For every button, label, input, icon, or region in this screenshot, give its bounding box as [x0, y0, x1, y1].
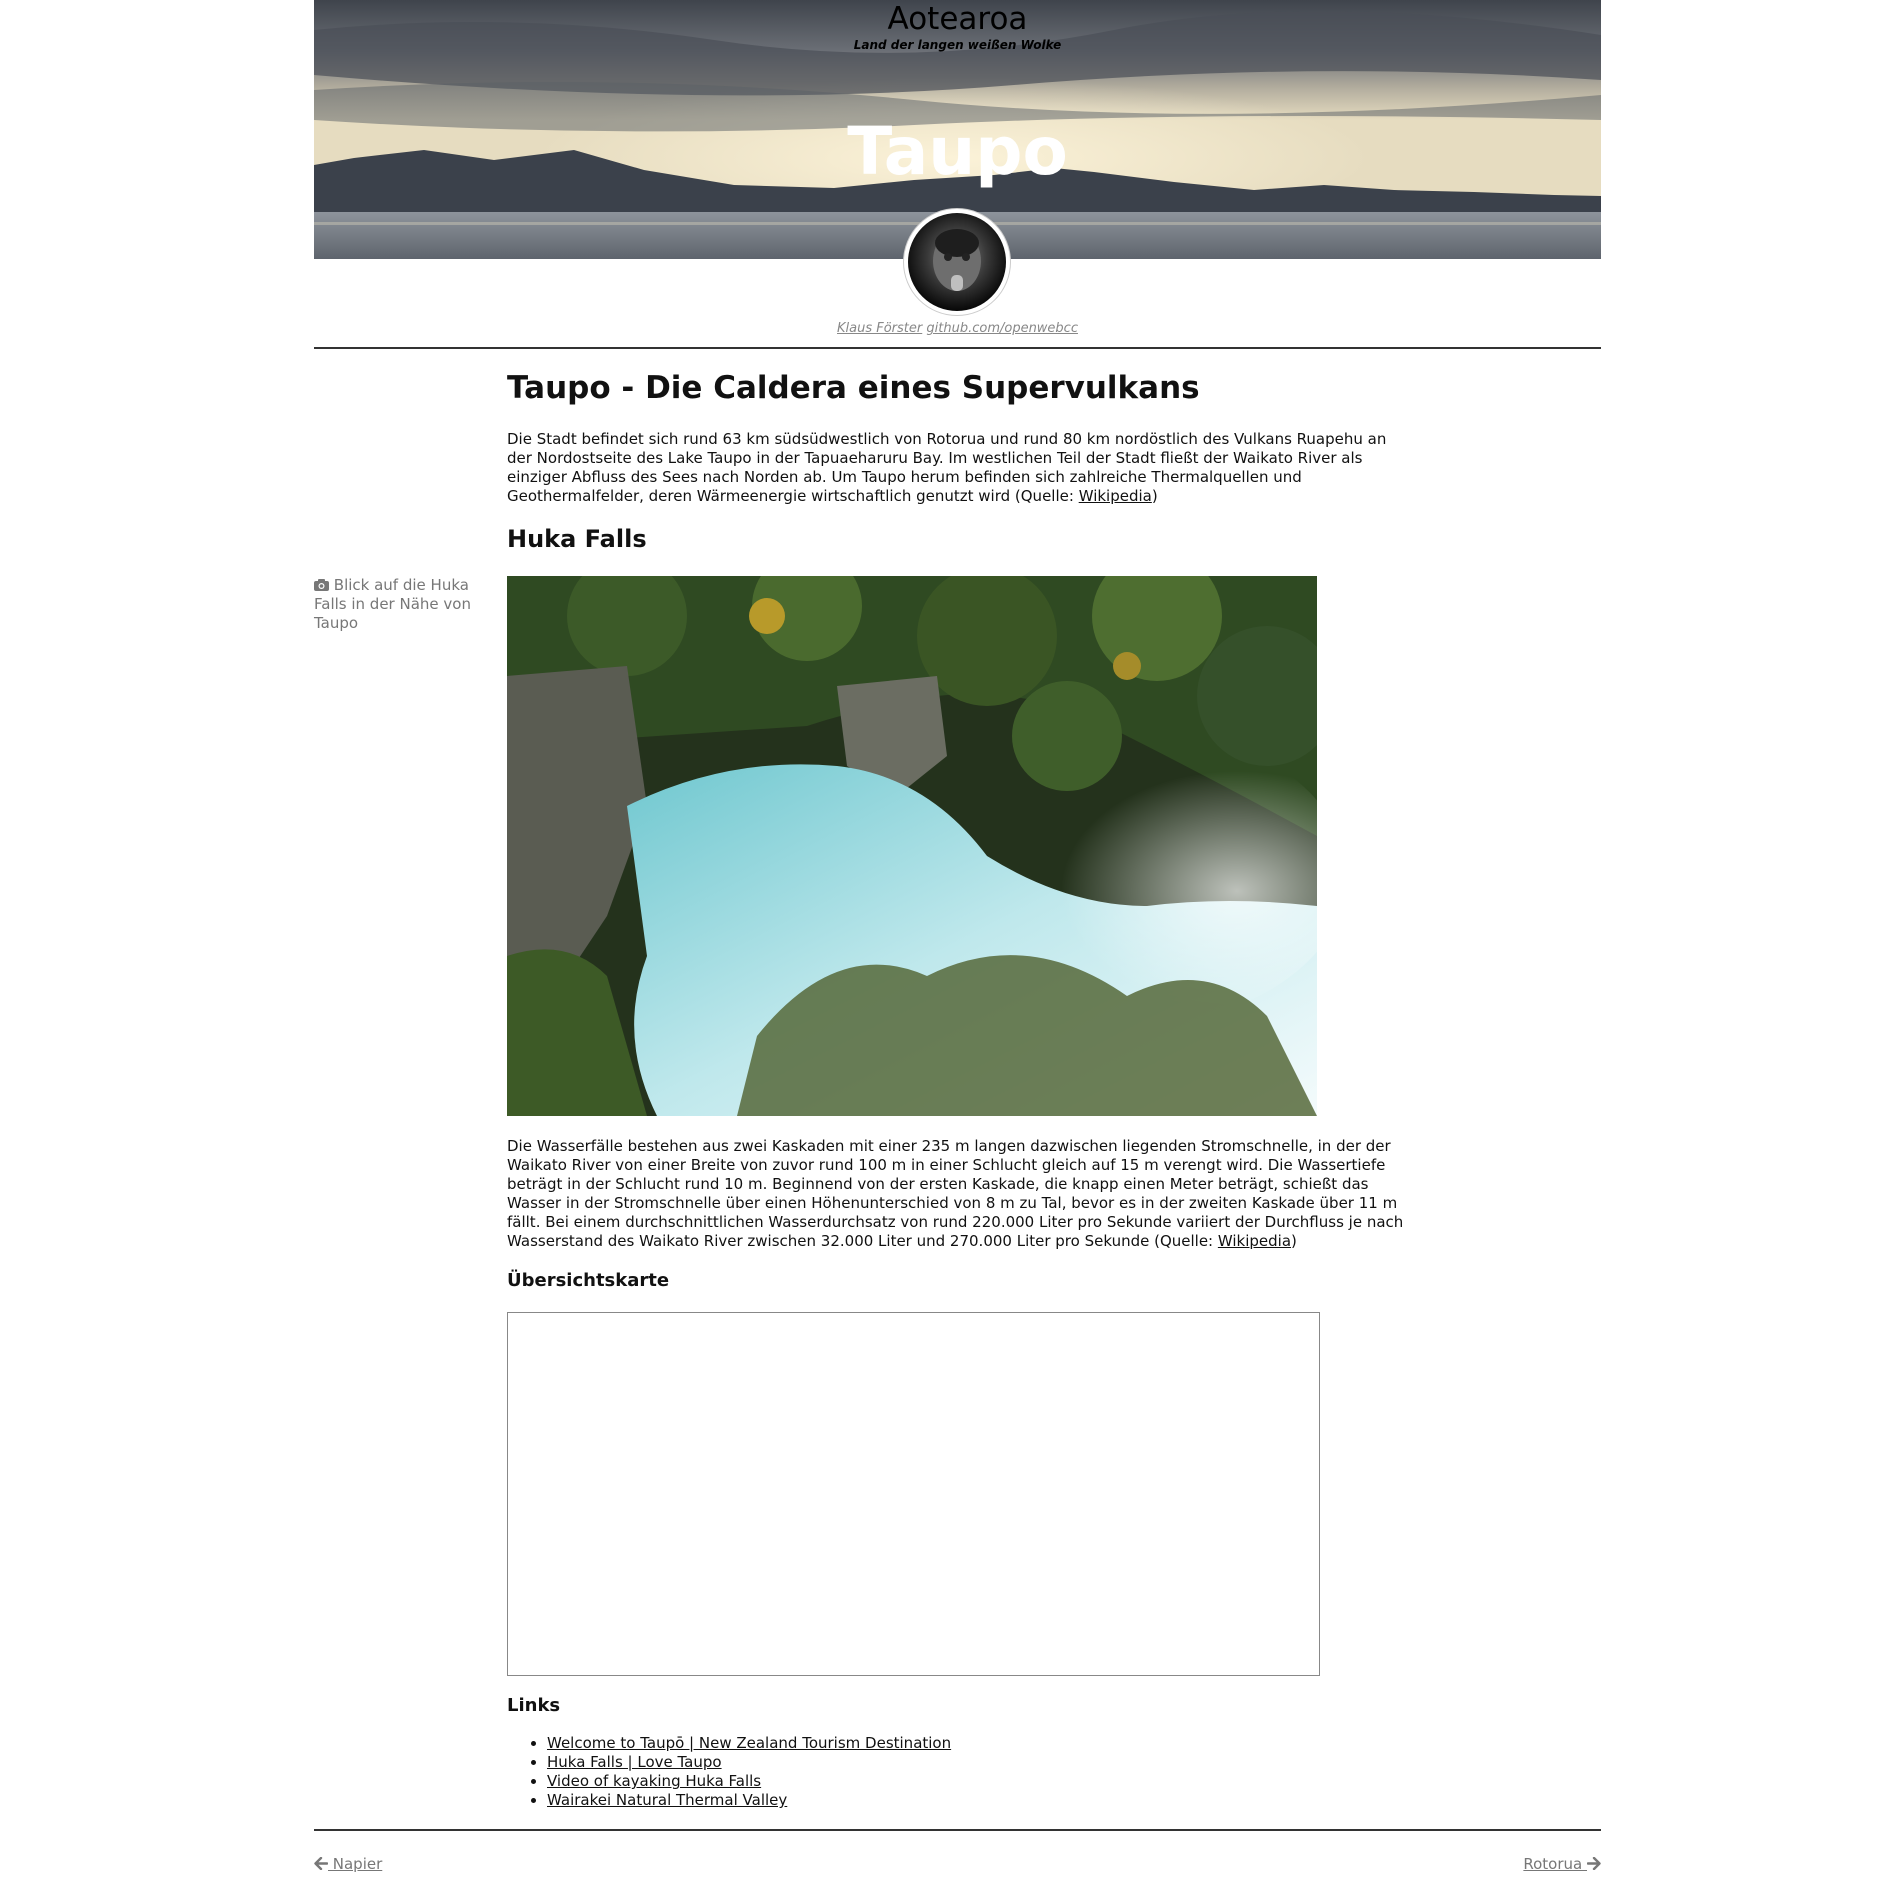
intro-wikipedia-link[interactable]: Wikipedia — [1079, 487, 1152, 505]
link-kayaking-video[interactable]: Video of kayaking Huka Falls — [547, 1772, 761, 1790]
arrow-right-icon — [1586, 1855, 1601, 1873]
link-taupo-tourism[interactable]: Welcome to Taupō | New Zealand Tourism D… — [547, 1734, 951, 1752]
author-github-link[interactable]: github.com/openwebcc — [926, 321, 1078, 336]
list-item: Wairakei Natural Thermal Valley — [547, 1791, 951, 1810]
photo-caption: Blick auf die Huka Falls in der Nähe von… — [314, 576, 474, 633]
list-item: Welcome to Taupō | New Zealand Tourism D… — [547, 1734, 951, 1753]
overview-map[interactable] — [507, 1312, 1320, 1676]
author-avatar — [904, 209, 1010, 315]
intro-paragraph: Die Stadt befindet sich rund 63 km südsü… — [507, 430, 1407, 506]
list-item: Video of kayaking Huka Falls — [547, 1772, 951, 1791]
author-name-link[interactable]: Klaus Förster — [837, 321, 922, 336]
author-line: Klaus Förster github.com/openwebcc — [314, 321, 1601, 336]
links-list: Welcome to Taupō | New Zealand Tourism D… — [507, 1734, 951, 1810]
list-item: Huka Falls | Love Taupo — [547, 1753, 951, 1772]
huka-wikipedia-link[interactable]: Wikipedia — [1218, 1232, 1291, 1250]
footer-divider — [314, 1829, 1601, 1831]
photo-caption-text: Blick auf die Huka Falls in der Nähe von… — [314, 576, 471, 632]
camera-icon — [314, 576, 334, 594]
next-page-label: Rotorua — [1523, 1855, 1587, 1873]
banner-heading: Taupo — [847, 113, 1068, 190]
huka-falls-heading: Huka Falls — [507, 525, 647, 553]
article-title: Taupo - Die Caldera eines Supervulkans — [507, 370, 1200, 406]
site-subtitle: Land der langen weißen Wolke — [853, 38, 1062, 52]
next-page-link[interactable]: Rotorua — [1523, 1855, 1601, 1873]
huka-close: ) — [1291, 1232, 1297, 1250]
intro-text: Die Stadt befindet sich rund 63 km südsü… — [507, 430, 1387, 505]
prev-page-label: Napier — [328, 1855, 383, 1873]
huka-falls-photo[interactable] — [507, 576, 1317, 1116]
header-divider — [314, 347, 1601, 349]
site-title[interactable]: Aotearoa — [314, 0, 1601, 38]
link-wairakei-thermal-valley[interactable]: Wairakei Natural Thermal Valley — [547, 1791, 787, 1809]
page: Aotearoa Land der langen weißen Wolke Ta… — [314, 0, 1601, 1893]
link-huka-falls-love-taupo[interactable]: Huka Falls | Love Taupo — [547, 1753, 722, 1771]
arrow-left-icon — [314, 1855, 329, 1873]
intro-close: ) — [1151, 487, 1158, 505]
huka-paragraph: Die Wasserfälle bestehen aus zwei Kaskad… — [507, 1137, 1407, 1251]
prev-page-link[interactable]: Napier — [314, 1855, 382, 1873]
map-heading: Übersichtskarte — [507, 1270, 670, 1291]
links-heading: Links — [507, 1695, 561, 1716]
